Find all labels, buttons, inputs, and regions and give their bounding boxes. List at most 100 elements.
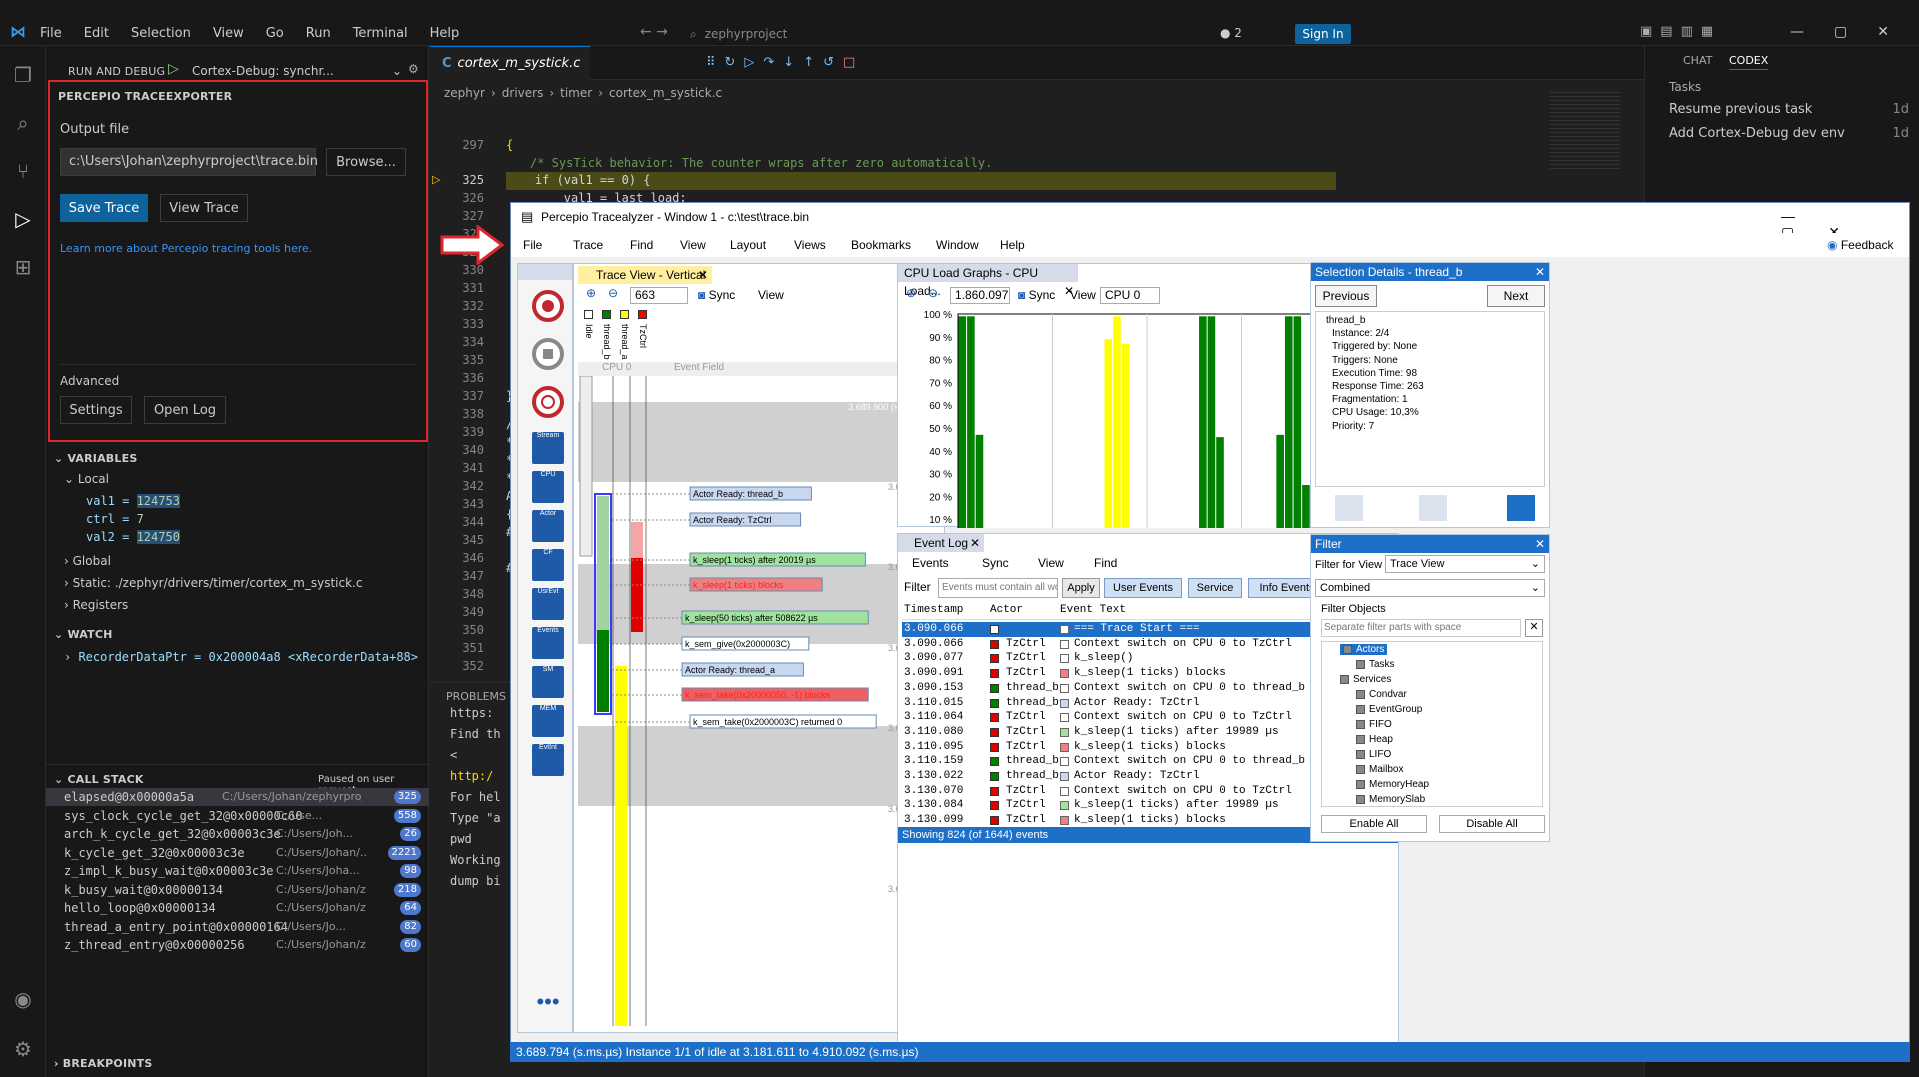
menu-help[interactable]: Help <box>430 26 460 41</box>
bar-thread_a[interactable] <box>1113 316 1121 528</box>
evlog-menu-view[interactable]: View <box>1038 556 1064 570</box>
watch-item[interactable]: › RecorderDataPtr = 0x200004a8 <xRecorde… <box>64 650 418 664</box>
view-trace-button[interactable]: View Trace <box>160 194 248 222</box>
clear-filter-icon[interactable]: ✕ <box>1525 619 1543 637</box>
problems-tab[interactable]: PROBLEMS <box>446 690 506 703</box>
disable-all-button[interactable]: Disable All <box>1439 815 1545 833</box>
selection-property[interactable]: CPU Usage: 10,3% <box>1332 407 1419 418</box>
callstack-frame[interactable]: sys_clock_cycle_get_32@0x00000c60 C:/Use.… <box>46 807 429 825</box>
idle-bar[interactable] <box>579 376 593 557</box>
evlog-filter-button[interactable]: User Events <box>1104 578 1182 598</box>
static-scope[interactable]: › Static: ./zephyr/drivers/timer/cortex_… <box>64 576 362 590</box>
tz-menu-help[interactable]: Help <box>1000 238 1025 252</box>
layout-icons[interactable]: ▣▤▥▦ <box>1640 24 1721 39</box>
task-item[interactable]: Resume previous task 1d <box>1669 102 1909 117</box>
tz-menu-views[interactable]: Views <box>794 238 826 252</box>
copilot-badge[interactable]: ● 2 <box>1220 26 1242 40</box>
menu-edit[interactable]: Edit <box>84 26 109 41</box>
tree-checkbox[interactable] <box>1356 689 1365 699</box>
bar-thread_b[interactable] <box>1207 316 1216 528</box>
explorer-icon[interactable]: ❐ <box>10 62 36 88</box>
mem-view-icon[interactable]: MEM <box>532 705 564 737</box>
source-control-icon[interactable]: ⑂ <box>10 158 36 184</box>
tree-checkbox[interactable] <box>1356 734 1365 744</box>
filter-tree-item[interactable]: MemorySlab <box>1356 794 1425 805</box>
event-row[interactable]: 3.110.159 thread_b Context switch on CPU 0… <box>902 754 1378 769</box>
event-filter-input[interactable]: Events must contain all words li <box>938 578 1058 598</box>
breadcrumb-item[interactable]: zephyr <box>444 86 485 100</box>
browse-button[interactable]: Browse... <box>326 148 406 176</box>
filter-tree-item[interactable]: Services <box>1340 674 1391 685</box>
event-row[interactable]: 3.090.077 TzCtrl k_sleep() <box>902 651 1378 666</box>
nav-arrows[interactable]: ← → <box>640 24 668 40</box>
evlog-menu-events[interactable]: Events <box>912 556 949 570</box>
tree-view-icon[interactable] <box>1335 495 1363 521</box>
filter-tree-item[interactable]: FIFO <box>1356 719 1392 730</box>
variable-row[interactable]: val1 = 124753 <box>86 494 180 508</box>
tree-checkbox[interactable] <box>1356 764 1365 774</box>
selection-property[interactable]: Priority: 7 <box>1332 421 1374 432</box>
bar-thread_b[interactable] <box>1199 316 1207 528</box>
selection-property[interactable]: Instance: 2/4 <box>1332 328 1389 339</box>
filter-tree-item[interactable]: Mailbox <box>1356 764 1403 775</box>
evtint-view-icon[interactable]: EvtInt <box>532 744 564 776</box>
breakpoints-header[interactable]: › BREAKPOINTS <box>54 1057 153 1070</box>
zoom-in-icon[interactable]: ⊕ <box>906 286 916 300</box>
stop-icon[interactable] <box>532 338 564 370</box>
callstack-frame[interactable]: k_busy_wait@0x00000134 C:/Users/Johan/zep… <box>46 881 429 899</box>
open-log-button[interactable]: Open Log <box>144 396 226 424</box>
snapshot-icon[interactable] <box>532 386 564 418</box>
tzctrl-exec[interactable] <box>631 558 643 632</box>
run-debug-icon[interactable]: ▷ <box>10 206 36 232</box>
feedback-link[interactable]: ◉ Feedback <box>1827 238 1894 252</box>
filter-view-select[interactable]: Trace View ⌄ <box>1385 555 1545 573</box>
selection-property[interactable]: Triggers: None <box>1332 355 1398 366</box>
tz-menu-bookmarks[interactable]: Bookmarks <box>851 238 911 252</box>
sync-toggle[interactable]: ◙ Sync <box>1018 288 1055 302</box>
event-log-tab[interactable]: Event Log ✕ <box>898 534 984 552</box>
event-row[interactable]: 3.110.015 thread_b Actor Ready: TzCtrl <box>902 696 1378 711</box>
menu-selection[interactable]: Selection <box>131 26 191 41</box>
learn-more-link[interactable]: Learn more about Percepio tracing tools … <box>60 242 312 255</box>
tree-checkbox[interactable] <box>1340 674 1349 684</box>
editor-tab[interactable]: Ccortex_m_systick.c✕ <box>430 46 601 80</box>
zoom-out-icon[interactable]: ⊖ <box>928 286 938 300</box>
sm-view-icon[interactable]: SM <box>532 666 564 698</box>
tz-menu-trace[interactable]: Trace <box>573 238 603 252</box>
search-icon[interactable]: ⌕ <box>10 110 36 136</box>
extensions-icon[interactable]: ⊞ <box>10 254 36 280</box>
filter-tree-item[interactable]: Actors <box>1340 644 1388 655</box>
tz-menu-file[interactable]: File <box>523 238 542 252</box>
selection-property[interactable]: Response Time: 263 <box>1332 381 1424 392</box>
combined-select[interactable]: Combined ⌄ <box>1315 579 1545 597</box>
bar-thread_b[interactable] <box>975 434 984 528</box>
callstack-frame[interactable]: arch_k_cycle_get_32@0x00003c3e C:/Users/J… <box>46 825 429 843</box>
bar-thread_b[interactable] <box>1293 316 1302 528</box>
view-menu[interactable]: View <box>1070 288 1096 302</box>
cpu-view-icon[interactable]: CPU <box>532 471 564 503</box>
event-row[interactable]: 3.110.064 TzCtrl Context switch on CPU 0 t… <box>902 710 1378 725</box>
callstack-frame[interactable]: thread_a_entry_point@0x00000164 C:/Users/… <box>46 918 429 936</box>
callstack-frame[interactable]: z_thread_entry@0x00000256 C:/Users/Johan/… <box>46 936 429 954</box>
bar-thread_a[interactable] <box>1121 343 1130 528</box>
tz-menu-view[interactable]: View <box>680 238 706 252</box>
debug-toolbar[interactable]: ⠿↻▷↷↓↑↺□ <box>700 52 880 74</box>
menu-go[interactable]: Go <box>266 26 284 41</box>
evlog-filter-button[interactable]: Service <box>1188 578 1242 598</box>
menu-file[interactable]: File <box>40 26 62 41</box>
evlog-menu-find[interactable]: Find <box>1094 556 1117 570</box>
tz-menu-layout[interactable]: Layout <box>730 238 766 252</box>
registers-scope[interactable]: › Registers <box>64 598 128 612</box>
filter-tree-item[interactable]: MemoryHeap <box>1356 779 1429 790</box>
cpu-zoom-select[interactable]: 1.860.097 <box>950 287 1010 304</box>
tree-checkbox[interactable] <box>1356 704 1365 714</box>
local-scope[interactable]: ⌄ Local <box>64 472 109 486</box>
event-row[interactable]: 3.090.066 === Trace Start === <box>902 622 1378 637</box>
evlog-menu-sync[interactable]: Sync <box>982 556 1009 570</box>
filter-tree-item[interactable]: Condvar <box>1356 689 1407 700</box>
breadcrumb-item[interactable]: cortex_m_systick.c <box>609 86 722 100</box>
usrevt-view-icon[interactable]: UsrEvt <box>532 588 564 620</box>
codex-tab[interactable]: CODEX <box>1729 54 1769 70</box>
selection-tab[interactable]: Selection Details - thread_b ✕ <box>1311 263 1549 281</box>
tzctrl-ready[interactable] <box>631 522 643 558</box>
